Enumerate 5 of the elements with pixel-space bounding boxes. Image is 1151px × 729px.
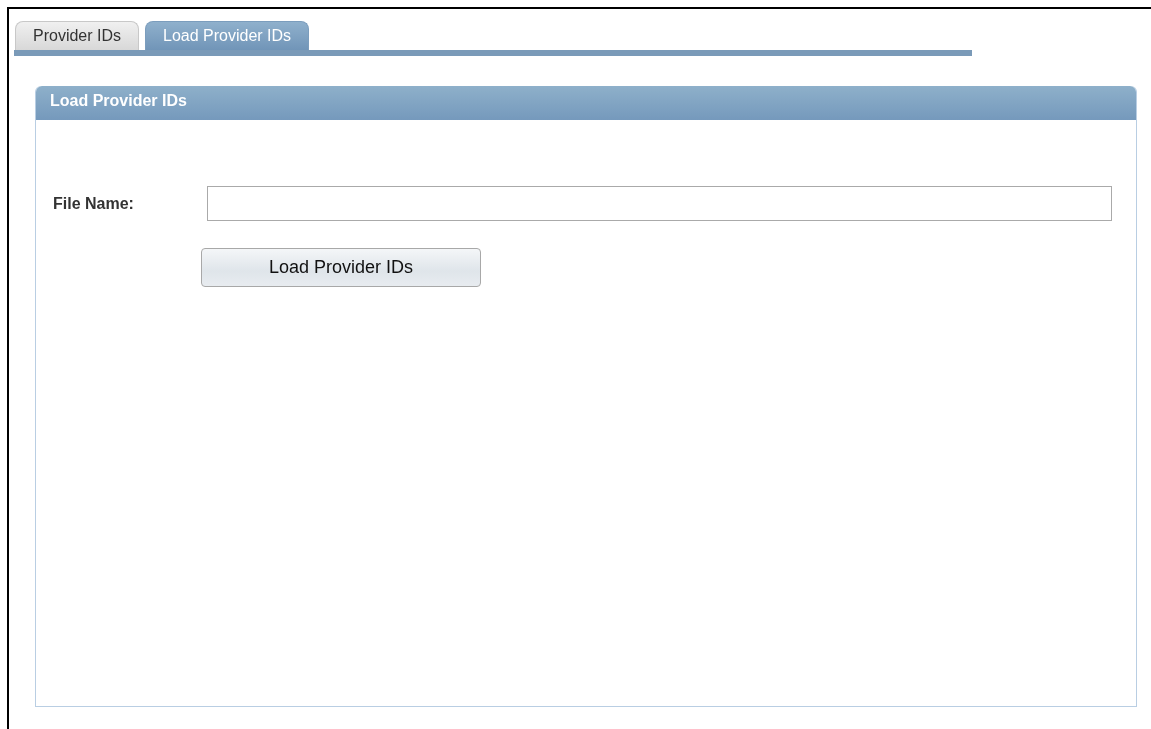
field-label: File Name: [53, 194, 135, 213]
tab[interactable]: Provider IDs [15, 21, 140, 50]
file-name-field[interactable] [207, 186, 1112, 221]
load-button[interactable]: Load Provider IDs [201, 248, 481, 287]
panel-header: Load Provider IDs [36, 86, 1136, 120]
